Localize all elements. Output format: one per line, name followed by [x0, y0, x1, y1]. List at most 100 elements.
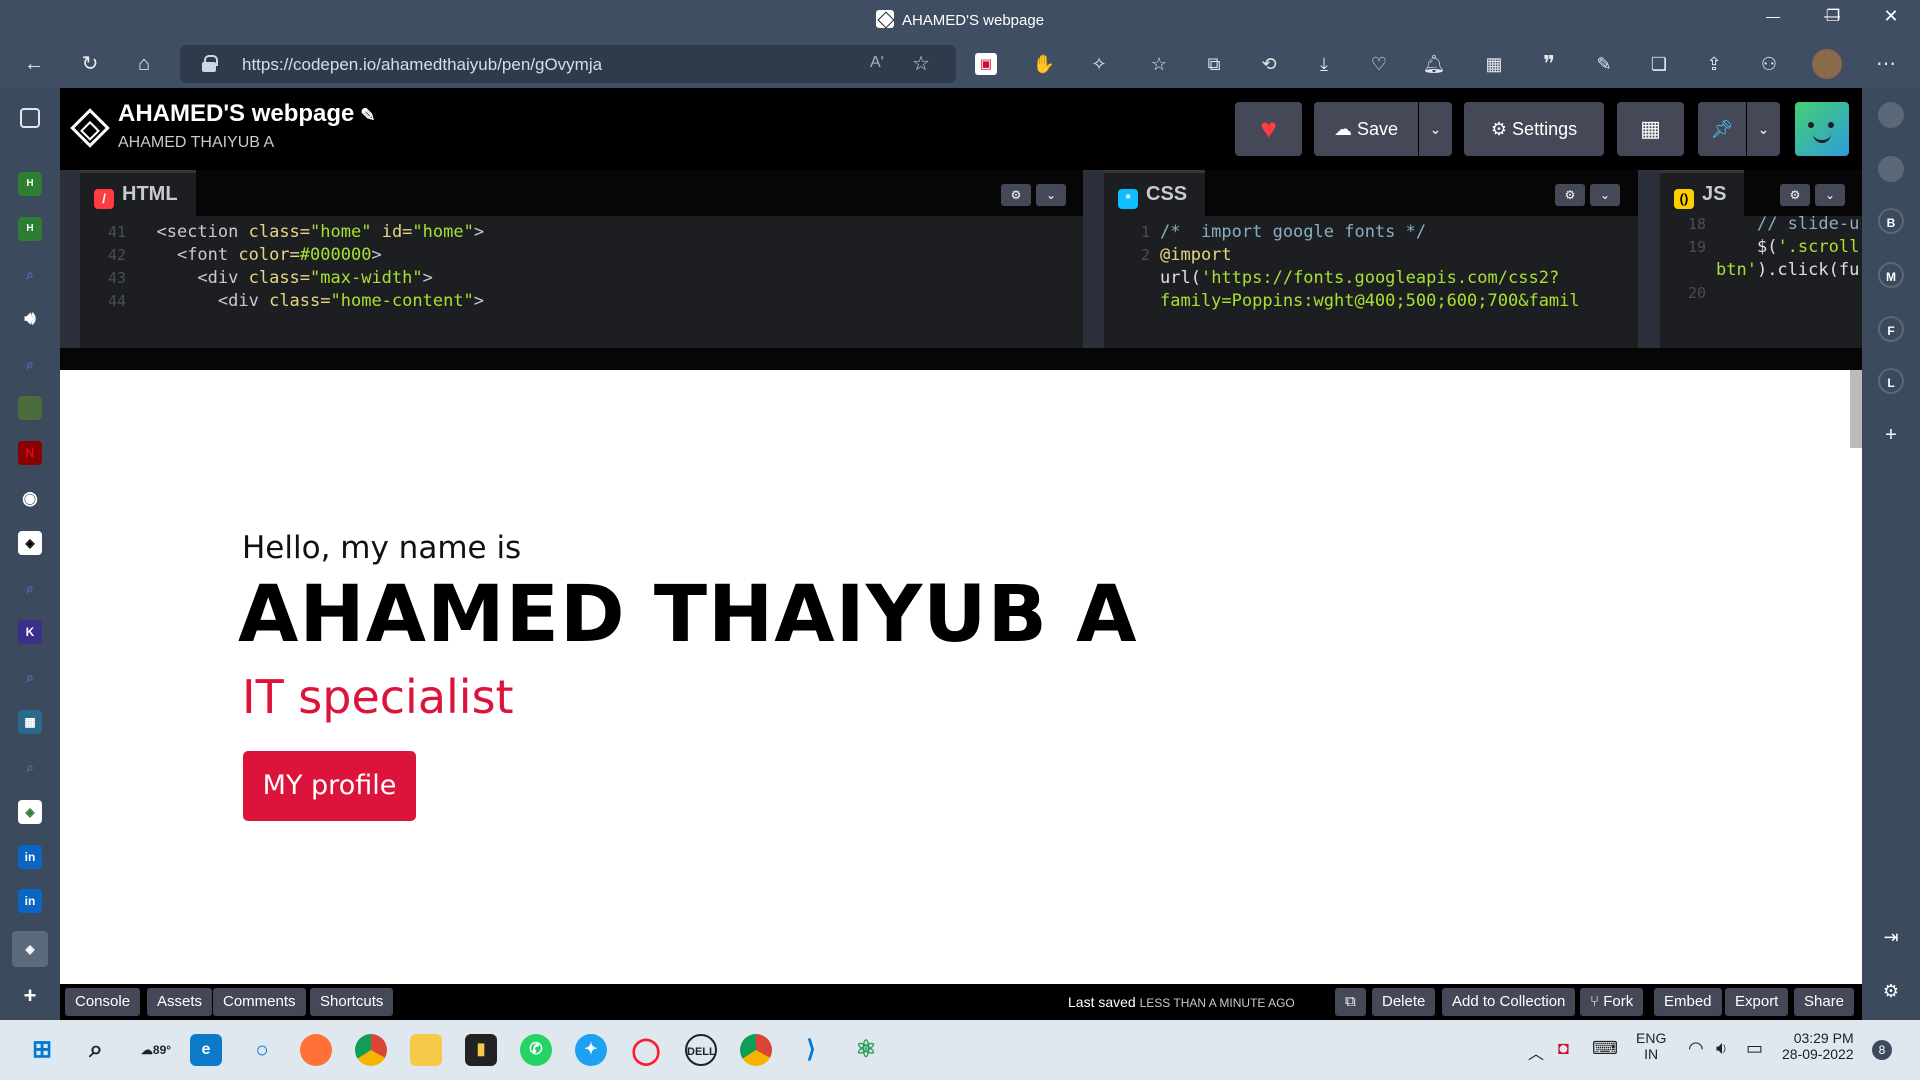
change-view-layout-icon[interactable]: ▦ — [1617, 102, 1684, 156]
shortcuts-button[interactable]: Shortcuts — [310, 988, 394, 1016]
html-collapse-chevron-icon[interactable]: ⌄ — [1036, 184, 1066, 206]
chrome-icon[interactable] — [355, 1034, 387, 1066]
js-editor-tab[interactable]: () JS — [1660, 170, 1745, 216]
battery-icon[interactable]: ▭ — [1746, 1038, 1763, 1059]
code-line[interactable]: 19 $('.scroll — [1660, 237, 1859, 257]
my-profile-button[interactable]: MY profile — [243, 751, 416, 821]
add-sidebar-app-icon[interactable]: + — [1878, 422, 1904, 448]
minimize-button[interactable]: — — [1750, 8, 1796, 24]
speaker-icon[interactable]: 🔊︎ — [18, 306, 42, 330]
restore-button[interactable]: ❐ — [1810, 6, 1856, 26]
edge-taskbar-icon[interactable]: e — [190, 1034, 222, 1066]
file-explorer-icon[interactable] — [410, 1034, 442, 1066]
comments-button[interactable]: Comments — [213, 988, 306, 1016]
code-line[interactable]: 20 — [1660, 283, 1716, 303]
pin-icon[interactable]: 📌︎ — [1698, 102, 1746, 156]
code-line[interactable]: url('https://fonts.googleapis.com/css2? — [1104, 268, 1559, 288]
pen-author[interactable]: AHAMED THAIYUB A — [118, 134, 274, 152]
pin-options-chevron-icon[interactable]: ⌄ — [1747, 102, 1780, 156]
home-icon[interactable]: ⌂ — [128, 48, 160, 80]
opera-icon[interactable]: ◯ — [630, 1034, 662, 1066]
search-tab-icon[interactable]: ⌕ — [18, 576, 42, 600]
css-editor[interactable]: * CSS ⚙ ⌄ 1 /* import google fonts */ 2 @imp… — [1104, 170, 1638, 348]
html-code[interactable]: 41 <section class="home" id="home"> 42 <f… — [80, 216, 1083, 348]
dell-icon[interactable]: DELL — [685, 1034, 717, 1066]
refresh-icon[interactable]: ↻ — [74, 48, 106, 80]
sidebar-settings-icon[interactable]: ⚙ — [1878, 978, 1904, 1004]
save-button[interactable]: ☁ Save — [1314, 102, 1418, 156]
k-tab-icon[interactable]: K — [18, 620, 42, 644]
mcafee-tray-icon[interactable]: ◘ — [1558, 1038, 1569, 1059]
js-editor[interactable]: () JS ⚙ ⌄ 18 // slide-u 19 $('.scroll btn')… — [1660, 170, 1862, 348]
sidebar-letter-l[interactable]: L — [1878, 368, 1904, 394]
extensions-icon[interactable]: ✧ — [1085, 50, 1113, 78]
search-tab-icon[interactable]: ⌕ — [18, 352, 42, 376]
favorites-icon[interactable]: ☆ — [1145, 50, 1173, 78]
add-to-collection-button[interactable]: Add to Collection — [1442, 988, 1576, 1016]
share-button[interactable]: Share — [1794, 988, 1855, 1016]
sidebar-circle-icon[interactable] — [1878, 102, 1904, 128]
code-line[interactable]: 42 <font color=#000000> — [80, 245, 382, 265]
fork-button[interactable]: ⑂ Fork — [1580, 988, 1644, 1016]
grid-tab-icon[interactable]: ▦ — [18, 710, 42, 734]
atom-icon[interactable]: ⚛ — [850, 1034, 882, 1066]
code-line[interactable]: 18 // slide-u — [1660, 216, 1859, 234]
html-editor-tab[interactable]: / HTML — [80, 170, 196, 216]
close-window-button[interactable]: ✕ — [1868, 6, 1914, 27]
code-line[interactable]: btn').click(fu — [1660, 260, 1859, 280]
linkedin-icon[interactable]: in — [18, 889, 42, 913]
love-heart-button[interactable]: ♥ — [1235, 102, 1302, 156]
weather-widget[interactable]: ☁89° — [136, 1034, 176, 1066]
search-tab-icon[interactable]: ⌕ — [18, 262, 42, 286]
mcafee-extension-icon[interactable]: ▣ — [975, 53, 997, 75]
result-preview[interactable]: Hello, my name is AHAMED THAIYUB A IT sp… — [60, 370, 1862, 1002]
edit-title-pencil-icon[interactable]: ✎ — [360, 105, 375, 125]
power-bi-icon[interactable]: ▮ — [465, 1034, 497, 1066]
read-aloud-icon[interactable]: Aʹ — [870, 54, 884, 72]
embed-button[interactable]: Embed — [1654, 988, 1722, 1016]
profile-avatar[interactable] — [1812, 49, 1842, 79]
notifications-bell-icon[interactable]: 🔔︎ — [1420, 50, 1448, 78]
wifi-icon[interactable]: ◠ — [1688, 1038, 1704, 1059]
tab-actions-icon[interactable] — [20, 108, 40, 128]
split-screen-icon[interactable]: ❏ — [1645, 50, 1673, 78]
html-settings-gear-icon[interactable]: ⚙ — [1001, 184, 1031, 206]
user-avatar[interactable] — [1795, 102, 1849, 156]
sidebar-letter-b[interactable]: B — [1878, 208, 1904, 234]
history-icon[interactable]: ⟲ — [1255, 50, 1283, 78]
codepen-logo-icon[interactable] — [70, 108, 110, 148]
pen-title[interactable]: AHAMED'S webpage ✎ — [118, 100, 376, 128]
web-capture-icon[interactable]: ✎ — [1590, 50, 1618, 78]
code-line[interactable]: family=Poppins:wght@400;500;600;700&fami… — [1104, 291, 1580, 311]
feedback-icon[interactable]: ⚇ — [1755, 50, 1783, 78]
more-menu-icon[interactable]: ⋯ — [1872, 50, 1900, 78]
js-collapse-chevron-icon[interactable]: ⌄ — [1815, 184, 1845, 206]
js-settings-gear-icon[interactable]: ⚙ — [1780, 184, 1810, 206]
quote-icon[interactable]: ❞ — [1535, 50, 1563, 78]
performance-icon[interactable]: ♡ — [1365, 50, 1393, 78]
twitter-icon[interactable]: ✦ — [575, 1034, 607, 1066]
code-line[interactable]: 2 @import — [1104, 245, 1232, 265]
whatsapp-icon[interactable]: ✆ — [520, 1034, 552, 1066]
css-code[interactable]: 1 /* import google fonts */ 2 @import url('h… — [1104, 216, 1638, 348]
editor-preview-resizer[interactable] — [60, 348, 1862, 370]
code-line[interactable]: 41 <section class="home" id="home"> — [80, 222, 484, 242]
keyboard-icon[interactable]: ⌨ — [1592, 1038, 1618, 1059]
favorite-add-icon[interactable]: ☆ — [912, 51, 930, 76]
url-text[interactable]: https://codepen.io/ahamedthaiyub/pen/gOv… — [242, 55, 602, 75]
tab-favicon-icon[interactable] — [18, 396, 42, 420]
assets-button[interactable]: Assets — [147, 988, 213, 1016]
tab-favicon-green-icon[interactable]: H — [18, 217, 42, 241]
share-icon[interactable]: ⇪ — [1700, 50, 1728, 78]
html-editor[interactable]: / HTML ⚙ ⌄ 41 <section class="home" id="h… — [80, 170, 1083, 348]
hide-sidebar-icon[interactable]: ⇥ — [1878, 924, 1904, 950]
github-icon[interactable]: ◉ — [18, 486, 42, 510]
css-editor-tab[interactable]: * CSS — [1104, 170, 1206, 216]
search-tab-icon[interactable]: ⌕ — [18, 665, 42, 689]
chrome-profile-icon[interactable] — [740, 1034, 772, 1066]
search-tab-icon[interactable]: ⌕ — [18, 755, 42, 779]
netflix-icon[interactable]: N — [18, 441, 42, 465]
settings-button[interactable]: ⚙ Settings — [1464, 102, 1604, 156]
math-solver-icon[interactable]: ▦ — [1480, 50, 1508, 78]
adblock-extension-icon[interactable]: ✋ — [1030, 50, 1058, 78]
